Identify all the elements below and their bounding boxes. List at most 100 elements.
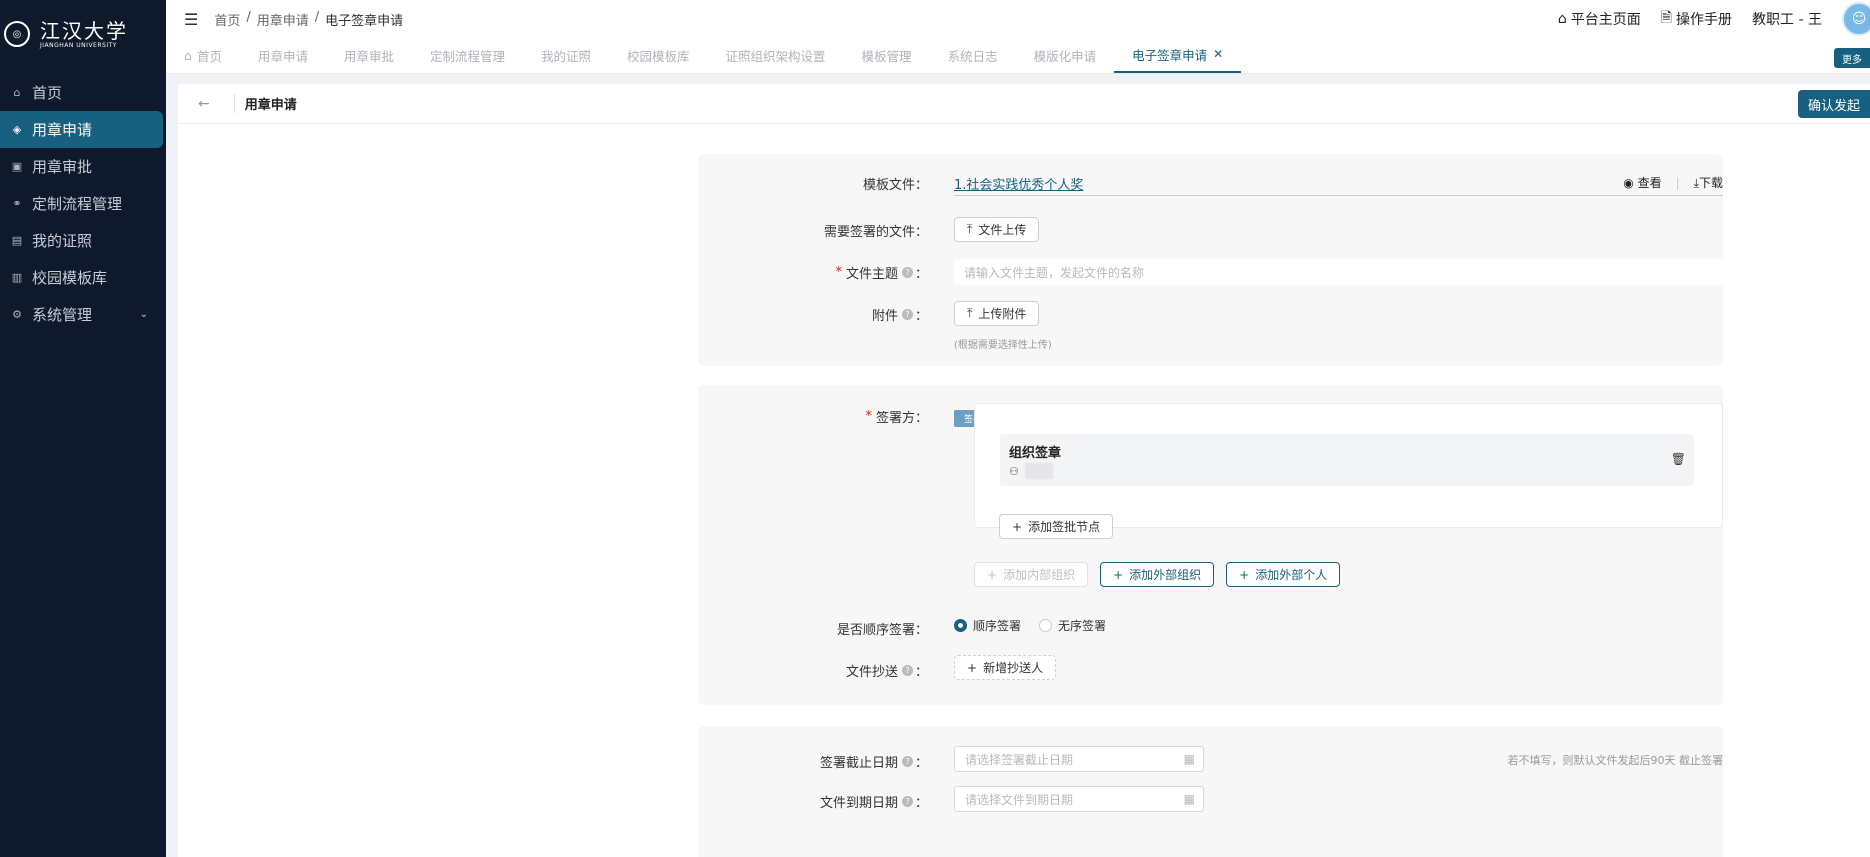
template-icon: ▥ [11,271,23,284]
menu-fold-icon[interactable]: ☰ [184,10,198,29]
subject-label: * 文件主题?： [835,265,928,282]
tab-label: 系统日志 [947,48,998,64]
tab-label: 模板管理 [861,48,912,64]
radio-sequential[interactable]: 顺序签署 [954,617,1021,634]
logo: ◎ 江汉大学 JIANGHAN UNIVERSITY [0,0,166,68]
user-name[interactable]: 教职工 - 王 [1752,9,1822,29]
tab-label: 校园模板库 [627,48,690,64]
plus-icon: + [987,567,998,582]
topbar: ☰ 首页 / 用章申请 / 电子签章申请 ⌂ 平台主页面 🗎 操作手册 教职工 - 王 … [166,0,1870,38]
card-header: ← 用章申请 确认发起 [178,84,1870,124]
radio-dot-checked [954,619,967,632]
template-file-link[interactable]: 1.社会实践优秀个人奖 [954,174,1083,193]
tab-system-log[interactable]: 系统日志 [930,37,1016,73]
org-person: ⚇ [1009,463,1053,479]
divider: | [1675,175,1680,190]
tab-esign-apply[interactable]: 电子签章申请 ✕ [1114,37,1242,73]
university-seal-icon: ◎ [4,21,30,47]
sidebar-item-seal-approve[interactable]: ▣ 用章审批 [0,148,166,185]
signer-panel: *签署方： 签署方1 组织签章 ⚇ 🗑 +添加签批节点 +添加内部组织 +添加外… [698,385,1723,705]
calendar-icon: ▦ [1183,752,1195,766]
signer-label: * 签署方： [865,409,928,426]
approve-icon: ▣ [11,160,23,173]
close-icon[interactable]: ✕ [1213,47,1223,61]
redacted-name [1024,463,1053,479]
cc-label: 文件抄送?： [845,665,928,680]
home-icon: ⌂ [184,47,192,63]
deadline-label: 签署截止日期?： [819,756,928,771]
sidebar-item-system[interactable]: ⚙ 系统管理 ⌄ [0,296,166,333]
avatar[interactable]: ☺ [1842,2,1870,36]
sidebar-item-label: 用章申请 [32,121,93,139]
template-file-line: 1.社会实践优秀个人奖 ◉ 查看 | ⤓下载 [954,168,1723,196]
subject-input[interactable]: 请输入文件主题，发起文件的名称 [954,259,1723,285]
sidebar-item-label: 首页 [32,84,63,102]
platform-home-label: 平台主页面 [1570,12,1641,28]
download-button[interactable]: ⤓下载 [1694,174,1723,191]
sign-file-label: 需要签署的文件： [823,225,928,240]
tab-seal-approve[interactable]: 用章审批 [326,37,412,73]
radio-unordered[interactable]: 无序签署 [1039,617,1106,634]
page-title: 用章申请 [233,94,297,113]
add-cc-button[interactable]: + 新增抄送人 [954,655,1057,680]
sidebar-item-label: 系统管理 [32,306,93,324]
add-external-person-button[interactable]: + 添加外部个人 [1226,562,1341,587]
deadline-hint: 若不填写，则默认文件发起后90天 截止签署 [1507,754,1724,767]
tab-template-apply[interactable]: 模版化申请 [1016,37,1115,73]
tab-template-manage[interactable]: 模板管理 [844,37,930,73]
help-icon[interactable]: ? [901,665,913,676]
tab-bar: ⌂ 首页 用章申请 用章审批 定制流程管理 我的证照 校园模板库 证照组织架构设置… [166,38,1870,74]
help-icon[interactable]: ? [901,309,913,320]
sidebar-item-label: 定制流程管理 [32,195,123,213]
flow-icon: ⚭ [12,197,22,210]
radio-dot [1039,619,1053,632]
tab-label: 证照组织架构设置 [725,48,826,64]
breadcrumb-home[interactable]: 首页 [214,10,240,29]
expire-date-picker[interactable]: 请选择文件到期日期 ▦ [954,786,1204,812]
trash-icon[interactable]: 🗑 [1671,452,1686,466]
add-external-org-button[interactable]: + 添加外部组织 [1100,562,1215,587]
back-arrow-icon[interactable]: ← [198,96,210,112]
tab-home[interactable]: ⌂ 首页 [166,37,240,73]
sidebar-item-template-lib[interactable]: ▥ 校园模板库 [0,259,166,296]
platform-home-link[interactable]: ⌂ 平台主页面 [1558,9,1641,29]
home-icon: ⌂ [1557,11,1567,27]
file-upload-button[interactable]: ⤒ 文件上传 [954,217,1040,242]
more-tabs-button[interactable]: 更多 [1834,48,1870,68]
sidebar-item-label: 校园模板库 [32,269,108,287]
document-icon: 🗎 [1660,10,1673,26]
add-approval-node-button[interactable]: + 添加签批节点 [999,514,1114,539]
upload-attachment-button[interactable]: ⤒ 上传附件 [954,301,1040,326]
help-icon[interactable]: ? [901,796,913,807]
tab-label: 首页 [196,48,222,64]
sidebar-item-seal-apply[interactable]: ◈ 用章申请 [0,111,163,148]
file-info-panel: 模板文件： 1.社会实践优秀个人奖 ◉ 查看 | ⤓下载 需要签署的文件： ⤒ 文… [698,154,1723,366]
plus-icon: + [1012,519,1023,534]
order-radio-group: 顺序签署 无序签署 [954,617,1124,634]
deadline-date-picker[interactable]: 请选择签署截止日期 ▦ [954,746,1204,772]
tab-flow[interactable]: 定制流程管理 [412,37,523,73]
tab-seal-apply[interactable]: 用章申请 [240,37,326,73]
attachment-label: 附件?： [871,309,928,324]
sidebar-item-license[interactable]: ▤ 我的证照 [0,222,166,259]
view-button[interactable]: ◉ 查看 [1623,174,1661,191]
tab-label: 电子签章申请 [1132,47,1208,63]
sidebar-item-home[interactable]: ⌂ 首页 [0,74,166,111]
breadcrumb-seal-apply[interactable]: 用章申请 [257,10,309,29]
sidebar-item-flow[interactable]: ⚭ 定制流程管理 [0,185,166,222]
upload-icon: ⤒ [967,306,973,320]
tab-template-lib[interactable]: 校园模板库 [609,37,708,73]
confirm-submit-button[interactable]: 确认发起 [1798,90,1870,118]
breadcrumb-current: 电子签章申请 [325,13,404,29]
tab-license[interactable]: 我的证照 [523,37,609,73]
tab-label: 定制流程管理 [429,48,505,64]
tab-license-org[interactable]: 证照组织架构设置 [708,37,844,73]
manual-link[interactable]: 🗎 操作手册 [1661,7,1732,31]
org-sign-block: 组织签章 ⚇ 🗑 [1000,434,1694,486]
plus-icon: + [967,660,978,675]
help-icon[interactable]: ? [901,756,913,767]
help-icon[interactable]: ? [901,267,913,278]
add-internal-org-button[interactable]: + 添加内部组织 [974,562,1089,587]
upload-icon: ⤒ [967,222,973,236]
signer-box: 组织签章 ⚇ 🗑 + 添加签批节点 [974,403,1723,539]
